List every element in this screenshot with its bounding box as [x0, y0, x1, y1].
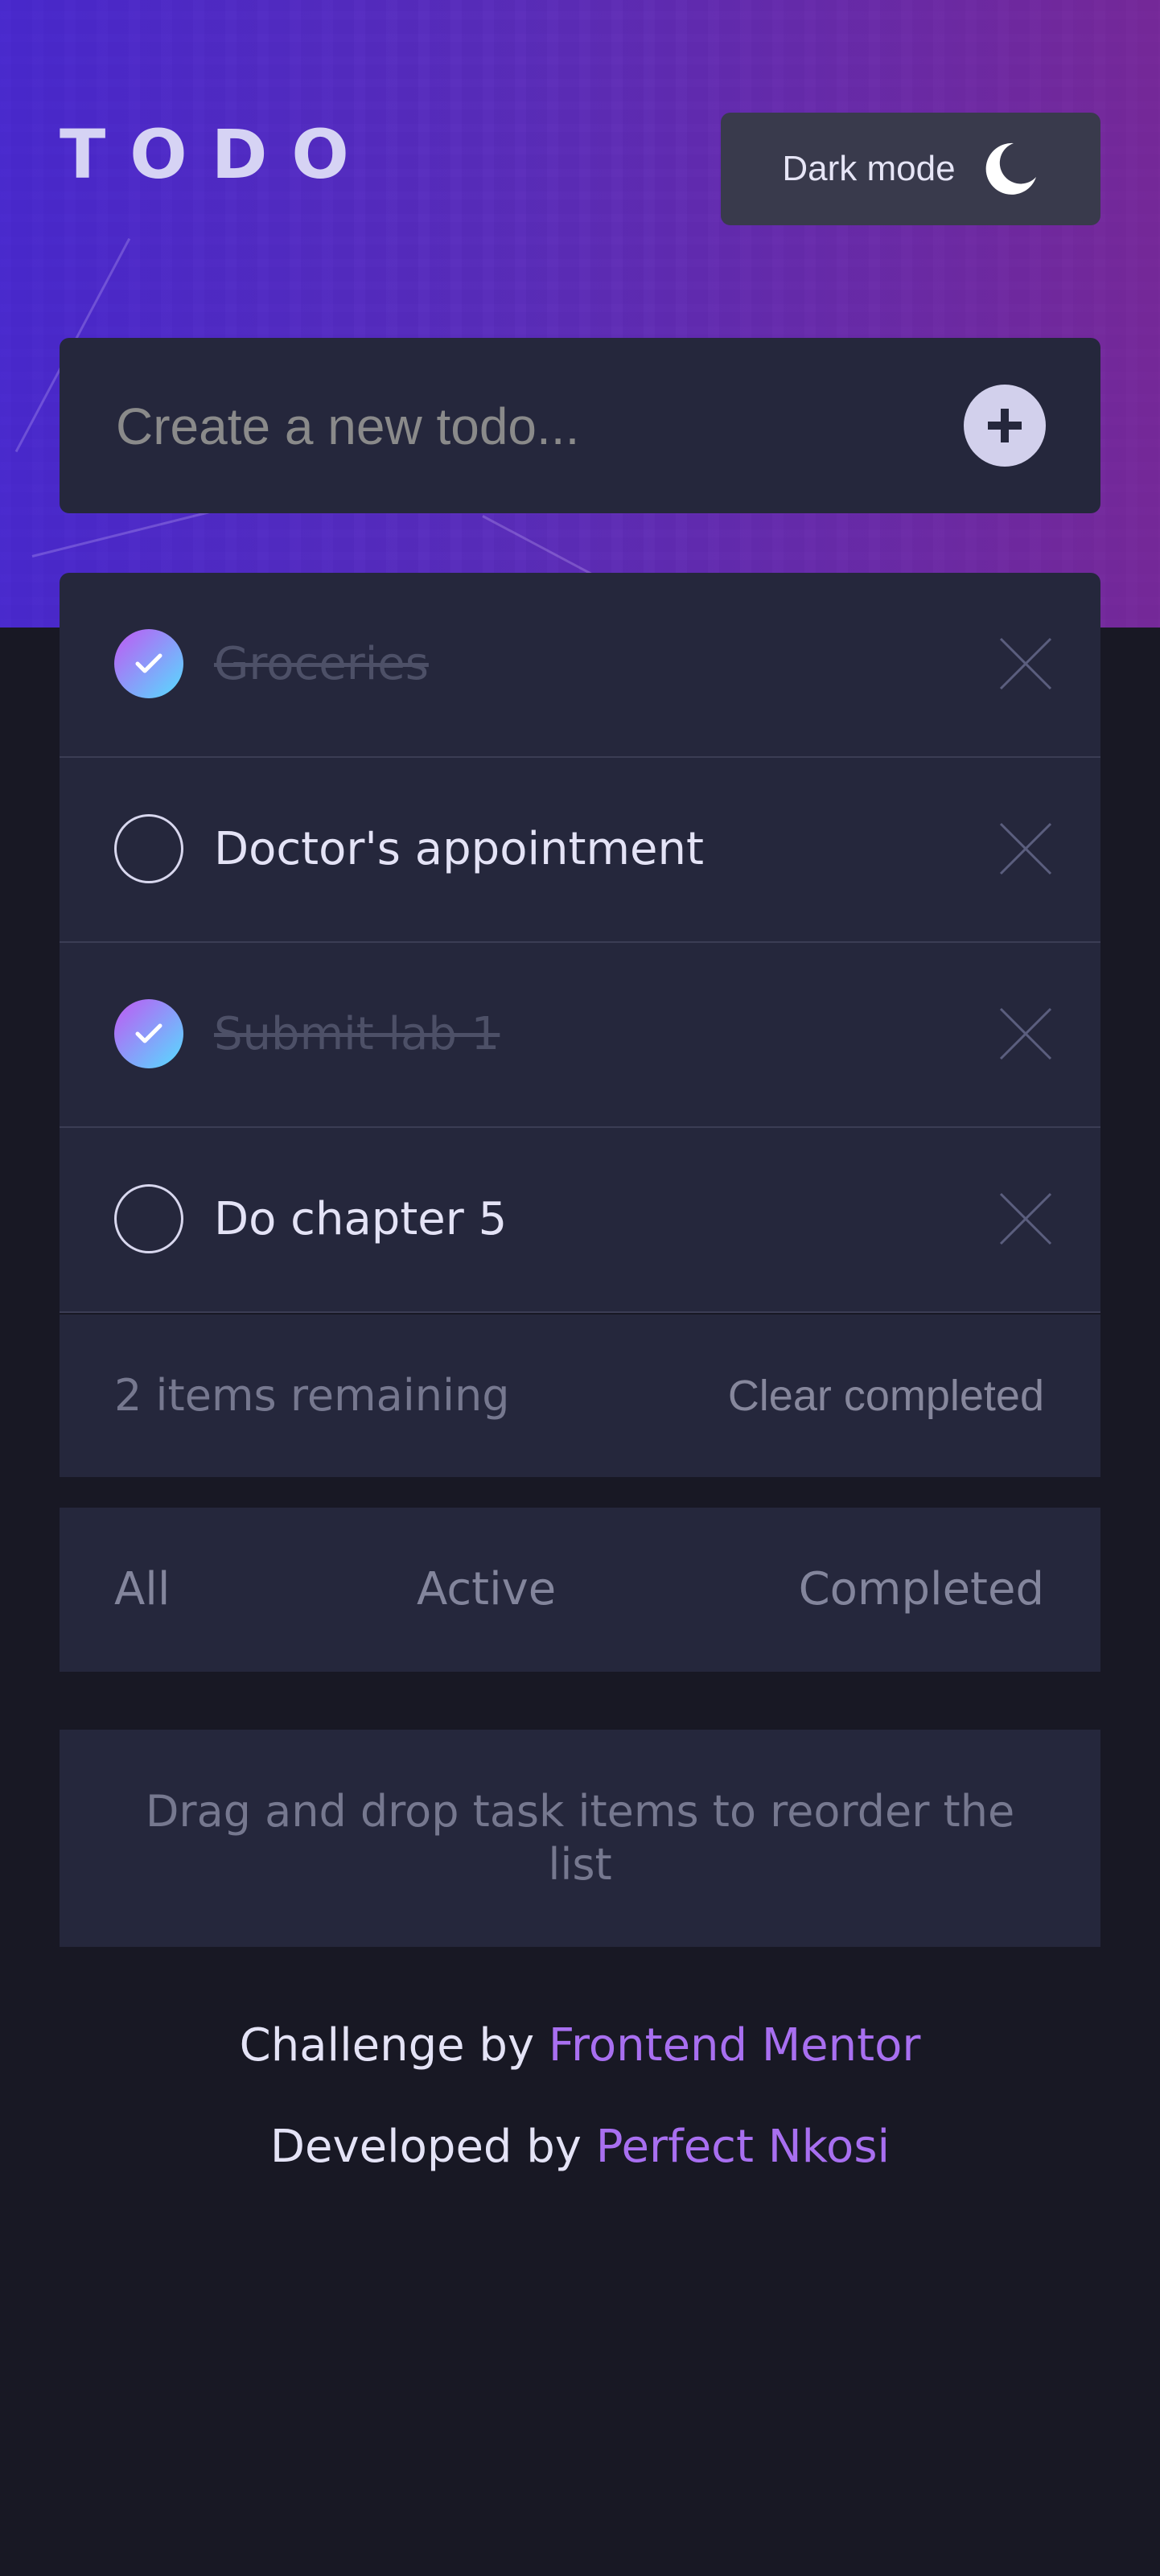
complete-toggle[interactable]	[114, 814, 183, 883]
challenge-credit: Challenge by Frontend Mentor	[0, 2019, 1160, 2072]
list-footer: 2 items remaining Clear completed	[60, 1315, 1100, 1477]
challenge-credit-prefix: Challenge by	[239, 2019, 535, 2072]
developer-credit-prefix: Developed by	[269, 2121, 582, 2173]
plus-icon	[988, 409, 1022, 442]
clear-completed-button[interactable]: Clear completed	[728, 1315, 1044, 1477]
filter-completed[interactable]: Completed	[799, 1508, 1044, 1672]
developer-credit: Developed by Perfect Nkosi	[0, 2121, 1160, 2173]
todo-item[interactable]: Doctor's appointment	[60, 758, 1100, 943]
todo-list: Groceries Doctor's appointment Submit la…	[60, 573, 1100, 1313]
checkmark-icon	[135, 1023, 162, 1043]
todo-item[interactable]: Submit lab 1	[60, 943, 1100, 1128]
close-icon[interactable]	[993, 1186, 1059, 1252]
checkmark-icon	[135, 653, 162, 673]
close-icon[interactable]	[993, 1001, 1059, 1067]
filter-active[interactable]: Active	[417, 1508, 556, 1672]
new-todo-input[interactable]	[114, 381, 922, 471]
todo-item[interactable]: Groceries	[60, 573, 1100, 758]
dark-mode-label: Dark mode	[782, 149, 956, 188]
complete-toggle[interactable]	[114, 999, 183, 1068]
items-remaining-count: 2 items remaining	[114, 1370, 510, 1421]
todo-text: Submit lab 1	[214, 1008, 500, 1060]
app-logo: TODO	[60, 115, 373, 194]
complete-toggle[interactable]	[114, 1184, 183, 1253]
filter-bar: All Active Completed	[60, 1508, 1100, 1672]
complete-toggle[interactable]	[114, 629, 183, 698]
dark-mode-toggle[interactable]: Dark mode	[721, 113, 1100, 225]
todo-text: Doctor's appointment	[214, 823, 704, 875]
add-todo-button[interactable]	[964, 385, 1046, 467]
developer-link[interactable]: Perfect Nkosi	[596, 2121, 890, 2173]
todo-text: Groceries	[214, 638, 429, 690]
header-background	[0, 0, 1160, 628]
todo-item[interactable]: Do chapter 5	[60, 1128, 1100, 1313]
moon-icon	[985, 142, 1036, 195]
reorder-hint: Drag and drop task items to reorder the …	[60, 1730, 1100, 1947]
todo-text: Do chapter 5	[214, 1193, 508, 1245]
close-icon[interactable]	[993, 631, 1059, 697]
new-todo-form	[60, 338, 1100, 513]
close-icon[interactable]	[993, 816, 1059, 882]
frontend-mentor-link[interactable]: Frontend Mentor	[549, 2019, 920, 2072]
filter-all[interactable]: All	[114, 1508, 170, 1672]
